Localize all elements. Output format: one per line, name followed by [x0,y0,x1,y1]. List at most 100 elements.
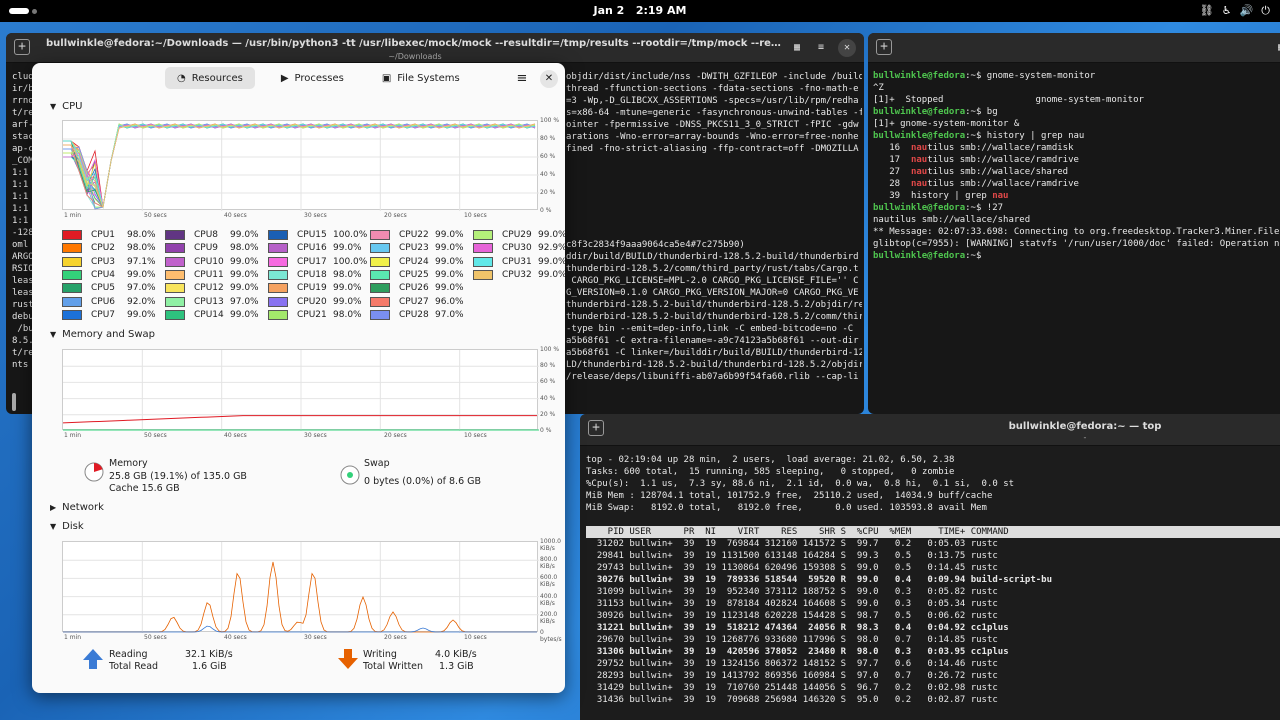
grep-match: nau [910,179,928,189]
history-number: 28 [873,179,911,189]
cpu-name: CPU21 [297,309,327,320]
play-icon: ▶ [280,72,289,84]
cpu-value: 97.0% [127,283,156,294]
value-label: 40 % [540,394,556,402]
close-icon[interactable]: ✕ [838,39,856,57]
scrollbar[interactable] [12,393,16,411]
terminal-line: thunderbird-128.5.2-build/thunderbird-12… [566,312,862,322]
time-label: 10 secs [464,432,487,439]
section-network[interactable]: ▶ Network [50,502,104,513]
terminal-line: s=x86-64 -mtune=generic -fasynchronous-u… [566,108,862,118]
system-monitor-window[interactable]: ◔ Resources ▶ Processes ▣ File Systems ≡ ✕ … [32,63,565,693]
top-process-row: 30926 bullwin+ 39 19 1123148 620228 1544… [586,611,998,621]
section-memory-swap[interactable]: ▼ Memory and Swap [50,329,155,340]
cpu-color-swatch [370,296,390,307]
top-process-row: 30276 bullwin+ 39 19 789336 518544 59520… [586,575,1052,585]
cpu-series-line [63,123,536,208]
cpu-color-swatch [473,243,493,254]
menu-icon[interactable]: ≡ [812,39,830,57]
cpu-name: CPU14 [194,309,224,320]
menu-icon[interactable]: ≡ [513,70,531,88]
cpu-color-swatch [62,269,82,280]
top-process-row: 31429 bullwin+ 39 19 710760 251448 14405… [586,683,998,693]
terminal-line: nautilus smb://wallace/shared [873,214,1280,226]
new-tab-icon[interactable]: + [14,39,30,55]
history-number: 39 [873,191,911,201]
section-disk[interactable]: ▼ Disk [50,521,84,532]
close-icon[interactable]: ✕ [540,70,558,88]
cpu-legend-item: CPU28 97.0% [370,309,475,320]
section-cpu[interactable]: ▼ CPU [50,101,83,112]
memory-cache: Cache 15.6 GB [109,483,180,494]
cpu-series-line [63,123,536,208]
terminal-line: bullwinkle@fedora:~$ bg [873,106,1280,118]
cpu-legend-item: CPU3 97.1% [62,256,167,267]
cpu-legend-item: CPU5 97.0% [62,283,167,294]
view-switcher: ◔ Resources ▶ Processes ▣ File Systems [165,67,472,89]
tab-file-systems[interactable]: ▣ File Systems [370,67,472,89]
cpu-name: CPU23 [399,243,429,254]
clock[interactable]: Jan 2 2:19 AM [0,4,1280,17]
cpu-name: CPU4 [91,269,116,280]
tab-label: Resources [191,72,243,84]
cpu-name: CPU3 [91,256,116,267]
prompt: bullwinkle@fedora [873,131,966,141]
terminal-line: [1]+ gnome-system-monitor & [873,118,1280,130]
cpu-legend-item: CPU15 100.0% [268,230,373,240]
time-label: 30 secs [304,212,327,219]
power-icon: ⏻ [1261,4,1270,17]
cpu-series-line [63,123,536,208]
tab-resources[interactable]: ◔ Resources [165,67,255,89]
terminal-line: a5b68f61 -C linker=/builddir/build/BUILD… [566,348,862,358]
cpu-name: CPU15 [297,230,327,240]
terminal-line: ^Z [873,82,1280,94]
reading-series-line [63,625,537,633]
chevron-right-icon: ▶ [50,503,57,512]
tab-processes[interactable]: ▶ Processes [269,67,356,89]
history-number: 16 [873,143,911,153]
cpu-value: 99.0% [435,256,464,267]
time-label: 1 min [64,212,82,219]
system-tray[interactable]: ⛓ ♿ 🔊 ⏻ [1200,4,1270,18]
value-label: 20 % [540,189,556,196]
cpu-legend-item: CPU7 99.0% [62,309,167,320]
cpu-value: 99.0% [230,269,259,280]
cpu-color-swatch [62,283,82,294]
line-text: :~$ gnome-system-monitor [965,71,1096,81]
cpu-name: CPU1 [91,230,116,240]
value-label: 100 % [540,346,560,353]
value-label: 600.0 KiB/s [540,574,558,589]
time-label: 30 secs [304,634,327,641]
section-title: Disk [62,521,84,532]
swap-value: 0 bytes (0.0%) of 8.6 GB [364,476,482,487]
terminal-line: ointer -fpermissive -DNSS_PKCS11_3_0_STR… [566,120,859,130]
cpu-value: 97.1% [127,256,156,267]
cpu-name: CPU32 [502,269,532,280]
new-tab-icon[interactable]: + [876,39,892,55]
writing-label: Writing [363,649,397,660]
cpu-legend-item: CPU10 99.0% [165,256,270,267]
cpu-value: 99.0% [538,230,565,240]
cpu-value: 92.9% [538,243,565,254]
cpu-legend-item: CPU23 99.0% [370,243,475,254]
cpu-series-line [63,123,536,209]
value-label: 0 bytes/s [540,629,562,643]
value-label: 100 % [540,117,560,124]
terminal-top[interactable]: + bullwinkle@fedora:~ — top - top - 02:1… [580,414,1280,720]
terminal-shell[interactable]: + ▦ bullwinkle@fedora:~$ gnome-system-mo… [868,33,1280,414]
prompt: bullwinkle@fedora [873,71,966,81]
cpu-series-line [63,123,536,209]
value-label: 0 % [540,207,552,214]
tab-overview-icon[interactable]: ▦ [1272,39,1280,57]
new-tab-icon[interactable]: + [588,420,604,436]
tab-overview-icon[interactable]: ▦ [788,39,806,57]
terminal-line: [1]+ Stopped gnome-system-monitor [873,94,1280,106]
section-title: CPU [62,101,83,112]
cpu-value: 99.0% [435,269,464,280]
line-text: :~$ history | grep nau [965,131,1085,141]
cpu-color-swatch [370,269,390,280]
time-label: 20 secs [384,432,407,439]
value-label: 0 % [540,427,552,434]
reading-arrow-icon [83,649,103,669]
